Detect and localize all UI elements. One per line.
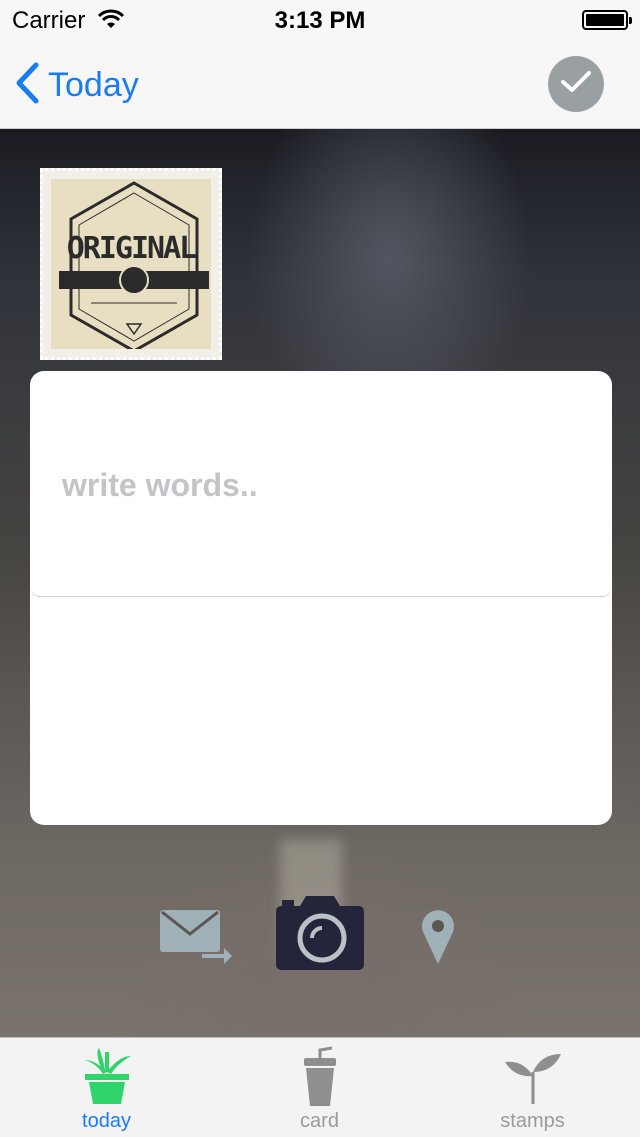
stamp-title: ORIGINAL — [66, 231, 198, 266]
location-button[interactable] — [418, 906, 458, 971]
mail-forward-icon — [158, 910, 234, 970]
back-label: Today — [48, 65, 139, 104]
location-pin-icon — [418, 910, 458, 970]
camera-icon — [272, 896, 368, 976]
action-toolbar — [0, 890, 640, 980]
status-bar: Carrier 3:13 PM — [0, 0, 640, 40]
back-button[interactable]: Today — [14, 60, 139, 110]
text-field-area — [30, 371, 612, 597]
confirm-button[interactable] — [548, 56, 604, 112]
checkmark-icon — [559, 69, 593, 100]
tab-card[interactable]: card — [213, 1038, 426, 1137]
tab-label: card — [300, 1110, 339, 1132]
words-input[interactable] — [60, 461, 584, 509]
stamp-artwork: ORIGINAL — [51, 179, 211, 349]
camera-button[interactable] — [272, 894, 368, 977]
tab-today[interactable]: today — [0, 1038, 213, 1137]
status-time: 3:13 PM — [274, 7, 366, 34]
tab-stamps[interactable]: stamps — [426, 1038, 639, 1137]
tab-bar: today card stamps — [0, 1037, 640, 1137]
navigation-bar: Today — [0, 40, 640, 129]
tab-label: today — [82, 1110, 131, 1132]
send-mail-button[interactable] — [158, 906, 234, 971]
selected-stamp[interactable]: ORIGINAL — [40, 168, 222, 360]
entry-card — [30, 371, 612, 825]
tab-label: stamps — [500, 1110, 565, 1132]
battery-icon — [582, 10, 632, 30]
chevron-left-icon — [14, 62, 40, 109]
